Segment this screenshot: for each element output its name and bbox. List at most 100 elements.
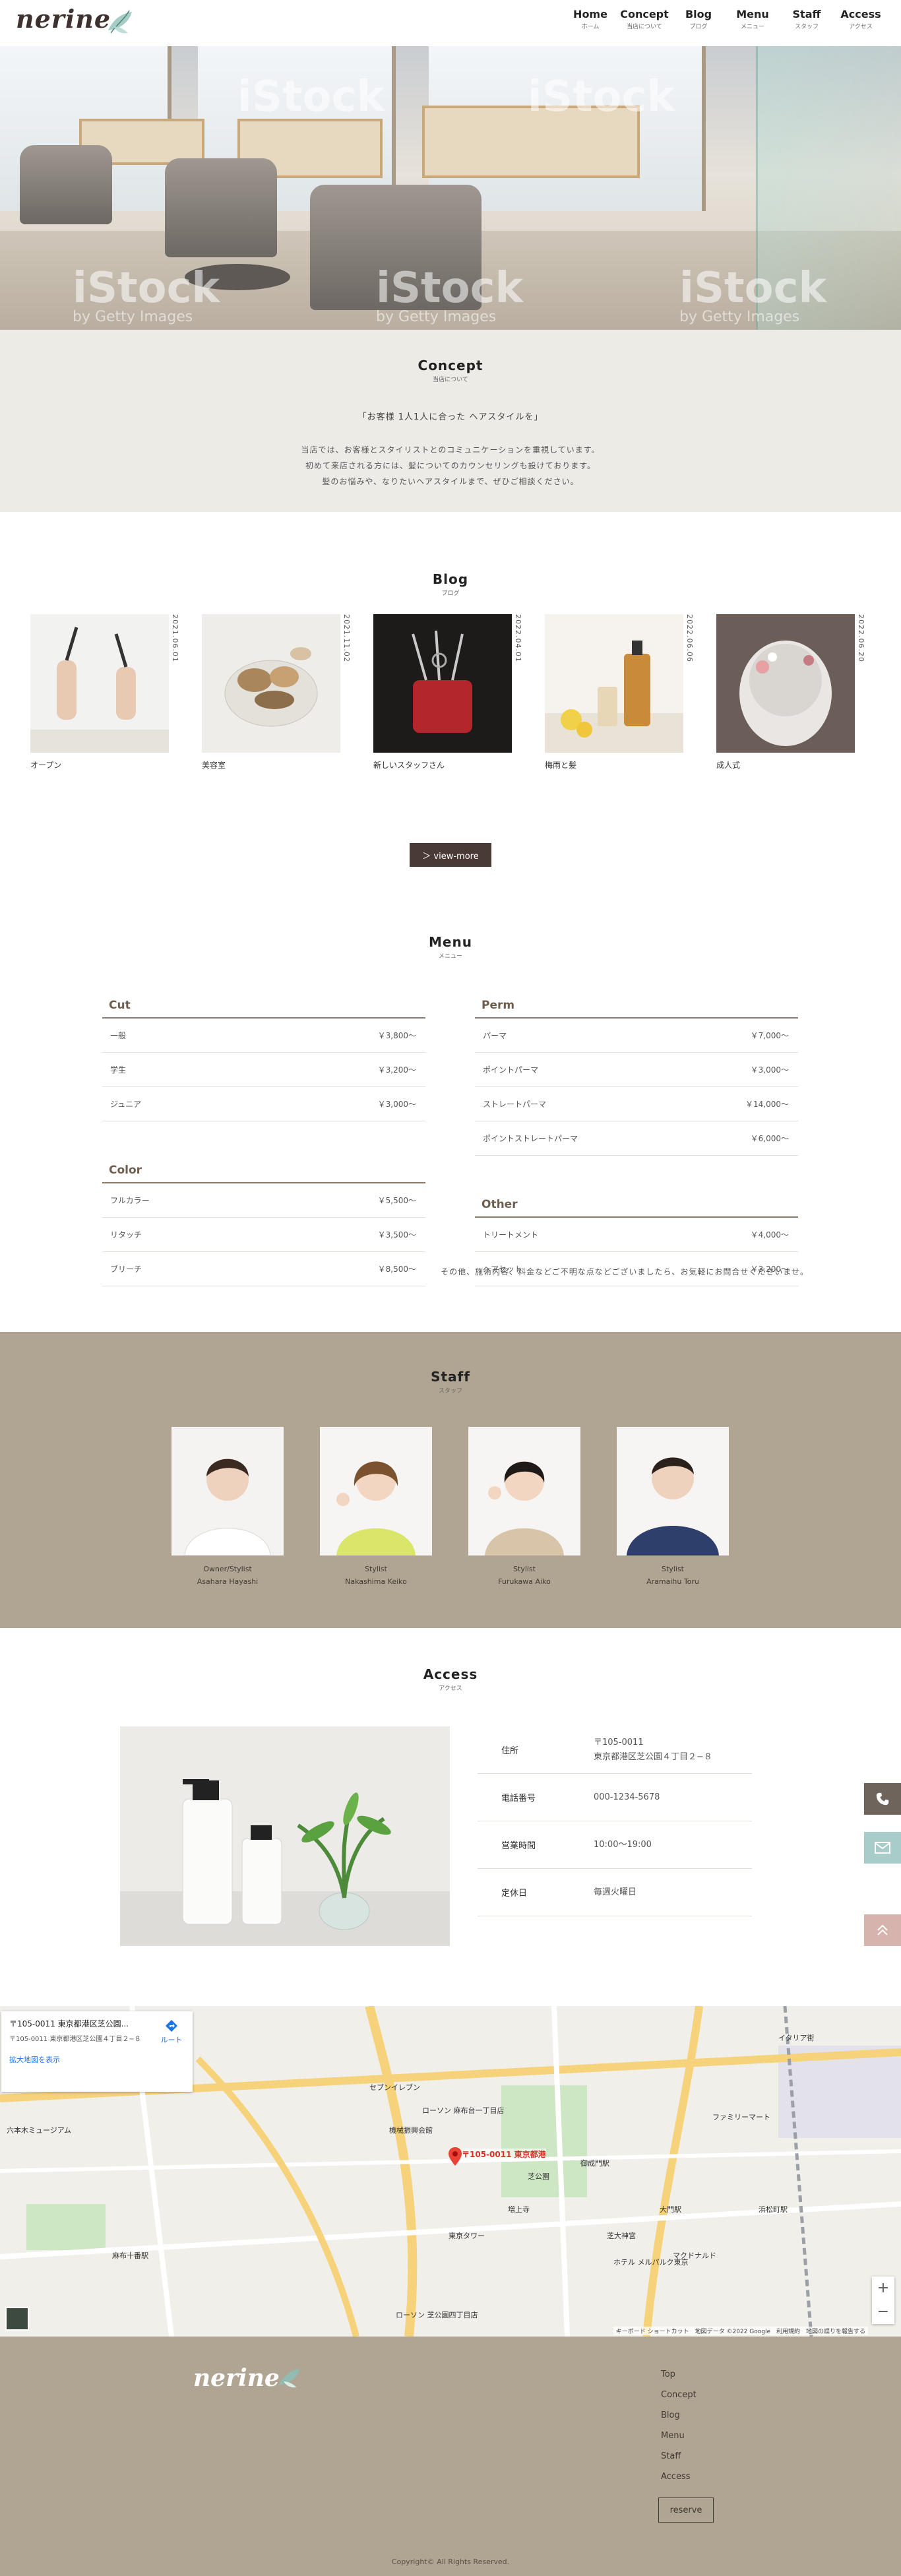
- nav-staff-sub: スタッフ: [794, 24, 819, 30]
- nav-blog-label: Blog: [685, 8, 712, 20]
- menu-row: フルカラー ￥5,500～: [102, 1183, 425, 1218]
- menu-category-other: Other: [475, 1198, 798, 1218]
- chevron-up-icon: [877, 1924, 888, 1935]
- blog-card[interactable]: 2022.04.01 新しいスタッフさん: [373, 614, 522, 770]
- site-footer: nerine Top Concept Blog Menu Staff Acces…: [0, 2337, 901, 2576]
- blog-card[interactable]: 2022.06.06 梅雨と髪: [545, 614, 694, 770]
- nav-access-label: Access: [840, 8, 881, 20]
- map-label: 麻布十番駅: [112, 2251, 148, 2260]
- blog-post-title: 梅雨と髪: [545, 761, 577, 770]
- blog-post-title: 成人式: [716, 761, 741, 770]
- map-label: 芝公園: [528, 2172, 549, 2181]
- blog-date: 2021.06.01: [171, 614, 179, 662]
- blog-card[interactable]: 2022.06.20 成人式: [716, 614, 865, 770]
- nav-access[interactable]: Access アクセス: [834, 8, 888, 30]
- staff-name: Asahara Hayashi: [197, 1577, 259, 1586]
- footer-link-menu[interactable]: Menu: [661, 2431, 697, 2441]
- menu-title-ja: メニュー: [438, 953, 462, 960]
- access-row-address: 住所 〒105-0011 東京都港区芝公園４丁目２−８: [478, 1726, 752, 1774]
- staff-card: Owner/Stylist Asahara Hayashi: [171, 1427, 284, 1586]
- blog-title-en: Blog: [432, 571, 469, 587]
- google-map[interactable]: ローソン 麻布台一丁目店 機械振興会館 東京タワー 芝公園 増上寺 御成門駅 大…: [0, 2006, 901, 2337]
- view-more-button[interactable]: ＞ view-more: [410, 843, 491, 867]
- back-to-top-button[interactable]: [864, 1914, 901, 1946]
- access-section: Access アクセス 住所 〒105-0011 東京都港区芝公園４丁目２−８ 電…: [0, 1628, 901, 2006]
- access-row-holiday: 定休日 毎週火曜日: [478, 1869, 752, 1916]
- access-title: Access アクセス: [0, 1666, 901, 1692]
- staff-name: Nakashima Keiko: [345, 1577, 407, 1586]
- map-zoom-out-button[interactable]: −: [872, 2300, 894, 2324]
- map-label: ファミリーマート: [712, 2113, 770, 2121]
- menu-row: ブリーチ ￥8,500～: [102, 1252, 425, 1286]
- staff-card: Stylist Nakashima Keiko: [320, 1427, 432, 1586]
- nav-menu[interactable]: Menu メニュー: [726, 8, 780, 30]
- menu-row: トリートメント ￥4,000～: [475, 1218, 798, 1252]
- menu-cut: Cut 一般 ￥3,800～ 学生 ￥3,200～ ジュニア ￥3,000～: [102, 999, 425, 1121]
- access-title-en: Access: [423, 1666, 478, 1682]
- blog-thumbnail-scissors: [30, 614, 169, 753]
- map-label: 増上寺: [508, 2205, 530, 2214]
- mail-button[interactable]: [864, 1832, 901, 1864]
- hero-watermark-1: iStock by Getty Images: [73, 264, 220, 325]
- map-larger-link[interactable]: 拡大地図を表示: [9, 2054, 185, 2065]
- menu-title-en: Menu: [429, 934, 472, 950]
- map-pin-label: 〒105-0011 東京都港: [462, 2149, 546, 2160]
- menu-item-name: ポイントパーマ: [483, 1065, 539, 1075]
- access-title-ja: アクセス: [439, 1685, 462, 1692]
- staff-photo: [171, 1427, 284, 1556]
- concept-body-line: 当店では、お客様とスタイリストとのコミュニケーションを重視しています。: [301, 445, 600, 455]
- footer-logo[interactable]: nerine: [193, 2364, 280, 2392]
- menu-item-name: ブリーチ: [110, 1265, 142, 1274]
- menu-item-price: ￥3,800～: [377, 1031, 416, 1040]
- nav-staff[interactable]: Staff スタッフ: [780, 8, 834, 30]
- footer-link-blog[interactable]: Blog: [661, 2410, 697, 2420]
- blog-post-title: 新しいスタッフさん: [373, 761, 445, 770]
- menu-item-name: ストレートパーマ: [483, 1100, 547, 1109]
- phone-button[interactable]: [864, 1783, 901, 1815]
- staff-list: Owner/Stylist Asahara Hayashi Stylist Na…: [171, 1427, 765, 1586]
- menu-item-name: 学生: [110, 1065, 127, 1075]
- staff-role: Stylist: [513, 1565, 536, 1573]
- map-pin-icon[interactable]: [449, 2147, 462, 2166]
- blog-title: Blog ブログ: [0, 571, 901, 597]
- map-layer-toggle[interactable]: [5, 2307, 29, 2331]
- footer-link-top[interactable]: Top: [661, 2370, 697, 2379]
- blog-date: 2022.04.01: [514, 614, 522, 662]
- footer-link-access[interactable]: Access: [661, 2472, 697, 2482]
- map-label: セブンイレブン: [369, 2083, 420, 2092]
- staff-photo: [320, 1427, 432, 1555]
- staff-photo: [617, 1427, 729, 1555]
- nav-home[interactable]: Home ホーム: [563, 8, 617, 30]
- menu-item-name: パーマ: [483, 1031, 507, 1040]
- map-attribution: キーボード ショートカット 地図データ ©2022 Google 利用規約 地図…: [613, 2327, 868, 2335]
- menu-perm: Perm パーマ ￥7,000～ ポイントパーマ ￥3,000～ ストレートパーマ ￥…: [475, 999, 798, 1156]
- map-label: ローソン 芝公園四丁目店: [396, 2311, 478, 2319]
- blog-date: 2022.06.20: [857, 614, 865, 662]
- staff-title: Staff スタッフ: [0, 1369, 901, 1395]
- leaf-logo-icon: [279, 2368, 300, 2388]
- access-value: 〒105-0011 東京都港区芝公園４丁目２−８: [594, 1736, 712, 1765]
- map-label: 芝大神宮: [607, 2232, 636, 2240]
- map-label: 東京タワー: [449, 2232, 485, 2240]
- nav-blog[interactable]: Blog ブログ: [671, 8, 726, 30]
- footer-link-concept[interactable]: Concept: [661, 2390, 697, 2400]
- menu-row: 学生 ￥3,200～: [102, 1053, 425, 1087]
- map-zoom-in-button[interactable]: +: [872, 2277, 894, 2300]
- staff-role: Owner/Stylist: [203, 1565, 252, 1573]
- menu-category-perm: Perm: [475, 999, 798, 1019]
- blog-thumbnail-hairclips: [202, 614, 340, 753]
- map-label: ローソン 麻布台一丁目店: [422, 2106, 505, 2115]
- blog-card[interactable]: 2021.11.02 美容室: [202, 614, 351, 770]
- access-label: 営業時間: [501, 1841, 536, 1851]
- nav-concept[interactable]: Concept 当店について: [617, 8, 671, 30]
- reserve-button[interactable]: reserve: [658, 2497, 714, 2523]
- site-logo[interactable]: nerine: [16, 4, 111, 34]
- blog-menu-section: Blog ブログ 2021.06.01 オープン 2021.11.02 美容室 …: [0, 512, 901, 1332]
- hero-watermark-2: iStock by Getty Images: [376, 264, 523, 325]
- menu-item-name: フルカラー: [110, 1196, 150, 1205]
- footer-link-staff[interactable]: Staff: [661, 2451, 697, 2461]
- concept-body-line: 初めて来店される方には、髪についてのカウンセリングも設けております。: [305, 461, 596, 470]
- map-route-button[interactable]: ルート: [158, 2019, 185, 2045]
- blog-list: 2021.06.01 オープン 2021.11.02 美容室 2022.04.0…: [30, 614, 888, 770]
- blog-card[interactable]: 2021.06.01 オープン: [30, 614, 179, 770]
